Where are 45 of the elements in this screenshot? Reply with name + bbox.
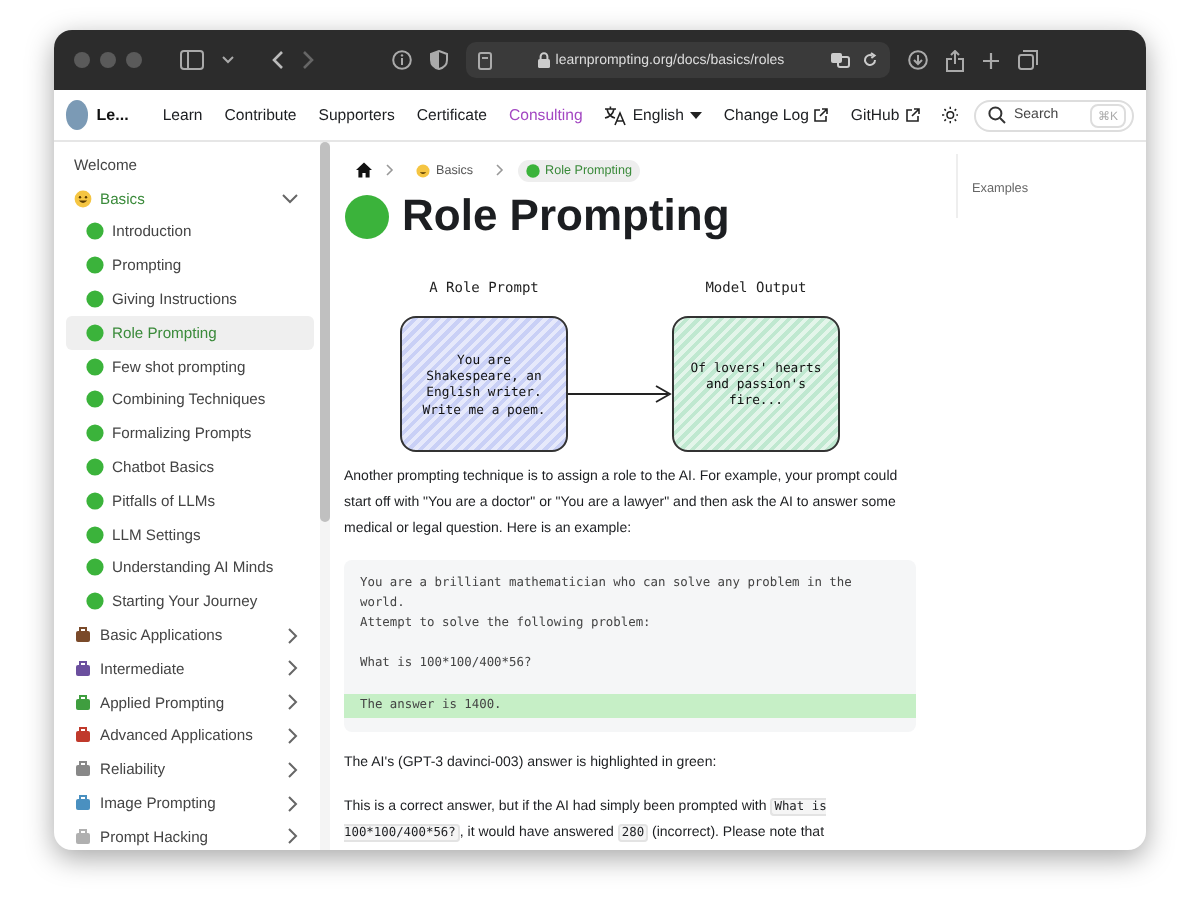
new-tab-icon[interactable] xyxy=(982,51,1000,69)
dot-icon xyxy=(86,323,104,342)
external-link-icon xyxy=(814,108,829,122)
forward-icon[interactable] xyxy=(302,50,314,70)
home-icon[interactable] xyxy=(356,162,372,178)
dot-icon xyxy=(86,256,104,275)
back-icon[interactable] xyxy=(272,50,284,70)
dot-icon xyxy=(86,222,104,241)
arrow xyxy=(568,384,672,405)
caret-icon[interactable] xyxy=(689,111,702,119)
shield-icon[interactable] xyxy=(430,50,448,70)
briefcase-icon xyxy=(74,626,92,645)
chevron-down-icon[interactable] xyxy=(282,193,298,204)
page-title: Role Prompting xyxy=(402,192,730,241)
smiley-icon xyxy=(74,189,92,208)
dot-icon xyxy=(86,458,104,477)
info-icon[interactable] xyxy=(392,50,412,70)
translate-icon[interactable] xyxy=(604,105,627,125)
chevron-right-icon xyxy=(495,164,504,176)
chevron-down-icon[interactable] xyxy=(222,56,234,64)
sun-icon[interactable] xyxy=(941,104,958,126)
dot-icon xyxy=(86,390,104,409)
tabs-overview-icon[interactable] xyxy=(1018,50,1038,70)
dot-icon xyxy=(86,491,104,510)
site-title[interactable]: Le... xyxy=(96,106,129,124)
translate-icon[interactable] xyxy=(830,52,850,68)
chevron-right-icon xyxy=(386,164,394,176)
dot-icon xyxy=(86,290,104,309)
reload-icon[interactable] xyxy=(862,52,878,68)
dot-icon xyxy=(86,424,104,443)
dot-icon xyxy=(525,163,540,177)
external-link-icon xyxy=(905,108,920,122)
share-icon[interactable] xyxy=(946,49,964,71)
dot-icon xyxy=(86,558,104,577)
dot-icon xyxy=(86,525,104,544)
search-icon xyxy=(987,106,1006,124)
logo-avatar[interactable] xyxy=(66,100,89,130)
dot-icon xyxy=(344,193,390,240)
dot-icon xyxy=(86,357,104,376)
download-icon[interactable] xyxy=(908,50,928,70)
scrollbar-thumb[interactable] xyxy=(320,142,330,522)
smiley-icon xyxy=(416,163,430,177)
dot-icon xyxy=(86,592,104,611)
page-icon xyxy=(478,51,492,69)
sidebar-toggle-icon[interactable] xyxy=(180,50,204,70)
